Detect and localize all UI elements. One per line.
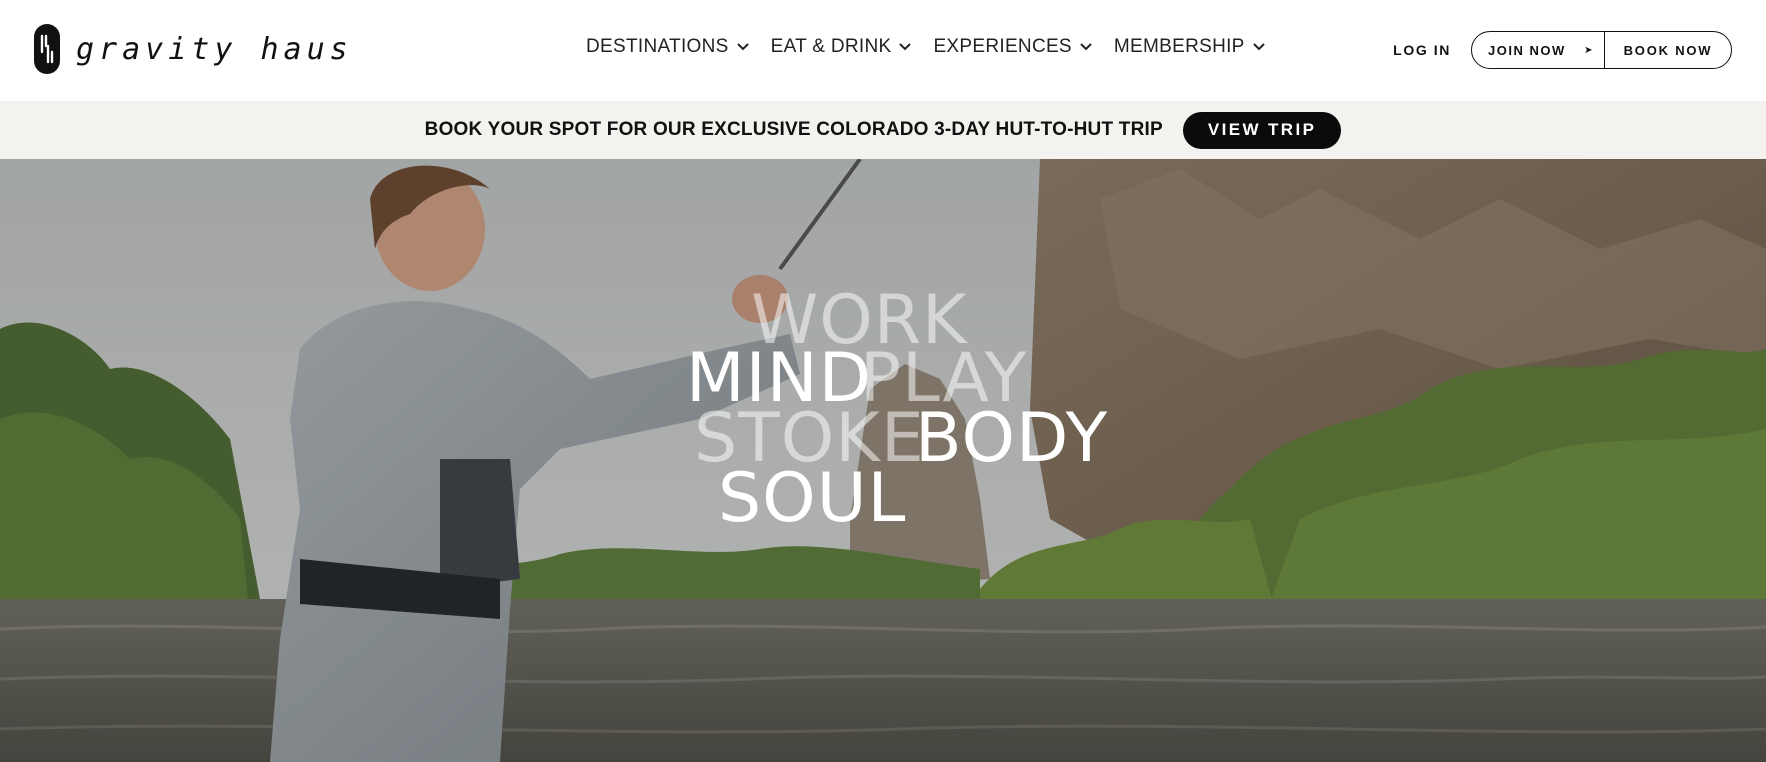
- chevron-down-icon: [1252, 43, 1265, 51]
- join-now-label: JOIN NOW: [1488, 42, 1566, 58]
- announcement-bar: BOOK YOUR SPOT FOR OUR EXCLUSIVE COLORAD…: [0, 101, 1766, 159]
- hero-tagline: WORK MIND PLAY STOKE BODY SOUL: [0, 159, 1766, 762]
- join-now-button[interactable]: JOIN NOW ➤: [1472, 32, 1605, 68]
- book-now-button[interactable]: BOOK NOW: [1605, 32, 1731, 68]
- brand-name: gravity haus: [76, 31, 353, 67]
- main-nav: DESTINATIONS EAT & DRINK EXPERIENCES MEM…: [586, 36, 1287, 58]
- chevron-down-icon: [1080, 43, 1092, 51]
- nav-label: EXPERIENCES: [933, 36, 1072, 57]
- chevron-down-icon: [736, 43, 749, 51]
- login-link[interactable]: LOG IN: [1393, 42, 1451, 58]
- arrow-right-icon: ➤: [1584, 44, 1594, 56]
- nav-membership[interactable]: MEMBERSHIP: [1114, 36, 1265, 58]
- nav-experiences[interactable]: EXPERIENCES: [933, 36, 1092, 58]
- brand-logo[interactable]: gravity haus: [34, 24, 353, 74]
- nav-label: MEMBERSHIP: [1113, 36, 1245, 57]
- nav-label: EAT & DRINK: [770, 36, 892, 57]
- header-actions: LOG IN JOIN NOW ➤ BOOK NOW: [1393, 31, 1732, 69]
- site-header: gravity haus DESTINATIONS EAT & DRINK EX…: [0, 0, 1766, 101]
- nav-destinations[interactable]: DESTINATIONS: [586, 36, 749, 58]
- nav-label: DESTINATIONS: [586, 36, 729, 57]
- announcement-text: BOOK YOUR SPOT FOR OUR EXCLUSIVE COLORAD…: [424, 119, 1163, 140]
- hero-word-body: BODY: [915, 399, 1109, 478]
- nav-eat-drink[interactable]: EAT & DRINK: [771, 36, 912, 58]
- cta-button-group: JOIN NOW ➤ BOOK NOW: [1471, 31, 1732, 69]
- view-trip-button[interactable]: VIEW TRIP: [1182, 111, 1342, 149]
- gravity-haus-logo-icon: [34, 24, 60, 74]
- hero-section: WORK MIND PLAY STOKE BODY SOUL: [0, 159, 1766, 762]
- hero-word-soul: SOUL: [718, 459, 907, 538]
- chevron-down-icon: [899, 43, 912, 51]
